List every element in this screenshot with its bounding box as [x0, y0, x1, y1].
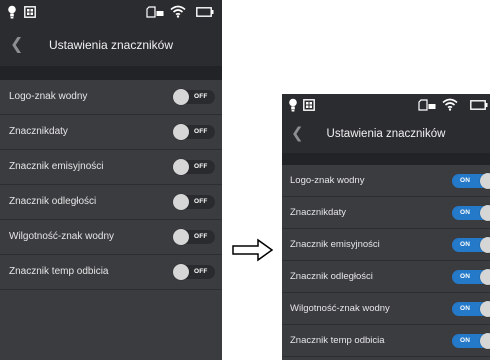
toggle-state-label: ON: [460, 273, 471, 280]
arrow-right-icon: [232, 238, 274, 262]
toggle-state-label: ON: [460, 177, 471, 184]
toggle-state-label: ON: [460, 305, 471, 312]
toggle-knob: [480, 269, 490, 285]
toggle-knob: [173, 159, 189, 175]
sim-icon: [303, 99, 315, 111]
emissivity-marker-toggle[interactable]: ON: [452, 237, 490, 253]
section-divider: [0, 66, 222, 80]
toggle-state-label: OFF: [194, 93, 208, 100]
bulb-icon: [289, 98, 297, 112]
toggle-knob: [480, 333, 490, 349]
row-label: Znacznik odległości: [9, 196, 97, 207]
settings-row-reflected-temp-marker: Znacznik temp odbicia ON: [282, 325, 490, 357]
settings-row-emissivity-marker: Znacznik emisyjności ON: [282, 229, 490, 261]
wifi-icon: [170, 5, 186, 18]
toggle-knob: [173, 264, 189, 280]
logo-watermark-toggle[interactable]: ON: [452, 173, 490, 189]
toggle-knob: [173, 229, 189, 245]
toggle-knob: [173, 124, 189, 140]
toggle-knob: [480, 301, 490, 317]
emissivity-marker-toggle[interactable]: OFF: [173, 159, 215, 175]
row-label: Znacznik emisyjności: [290, 239, 380, 250]
page-title: Ustawienia znaczników: [326, 128, 446, 140]
settings-row-emissivity-marker: Znacznik emisyjności OFF: [0, 150, 222, 185]
battery-icon: [196, 7, 214, 17]
sd-card-icon: [146, 6, 164, 18]
row-label: Znacznik temp odbicia: [290, 335, 385, 346]
battery-icon: [470, 100, 488, 110]
toggle-knob: [480, 237, 490, 253]
page-title: Ustawienia znaczników: [48, 38, 174, 52]
settings-row-reflected-temp-marker: Znacznik temp odbicia OFF: [0, 255, 222, 290]
bulb-icon: [8, 5, 16, 19]
toggle-state-label: OFF: [194, 128, 208, 135]
reflected-temp-marker-toggle[interactable]: ON: [452, 333, 490, 349]
toggle-state-label: ON: [460, 241, 471, 248]
sim-icon: [24, 6, 36, 18]
status-bar: [0, 0, 222, 24]
row-label: Znacznik emisyjności: [9, 161, 104, 172]
row-label: Wilgotność-znak wodny: [9, 231, 115, 242]
toggle-state-label: OFF: [194, 163, 208, 170]
toggle-knob: [480, 205, 490, 221]
settings-screen-after: ❮ Ustawienia znaczników Logo-znak wodny …: [282, 94, 490, 360]
toggle-knob: [173, 89, 189, 105]
logo-watermark-toggle[interactable]: OFF: [173, 89, 215, 105]
wifi-icon: [442, 98, 458, 111]
date-marker-toggle[interactable]: ON: [452, 205, 490, 221]
settings-row-distance-marker: Znacznik odległości OFF: [0, 185, 222, 220]
row-label: Znacznik temp odbicia: [9, 266, 109, 277]
toggle-state-label: OFF: [194, 233, 208, 240]
toggle-state-label: OFF: [194, 268, 208, 275]
title-bar: ❮ Ustawienia znaczników: [282, 115, 490, 153]
toggle-state-label: ON: [460, 209, 471, 216]
settings-row-date-marker: Znacznikdaty ON: [282, 197, 490, 229]
distance-marker-toggle[interactable]: OFF: [173, 194, 215, 210]
row-label: Wilgotność-znak wodny: [290, 303, 390, 314]
settings-row-date-marker: Znacznikdaty OFF: [0, 115, 222, 150]
row-label: Logo-znak wodny: [290, 175, 365, 186]
toggle-state-label: OFF: [194, 198, 208, 205]
settings-row-distance-marker: Znacznik odległości ON: [282, 261, 490, 293]
distance-marker-toggle[interactable]: ON: [452, 269, 490, 285]
settings-row-humidity-watermark: Wilgotność-znak wodny ON: [282, 293, 490, 325]
title-bar: ❮ Ustawienia znaczników: [0, 24, 222, 66]
toggle-knob: [480, 173, 490, 189]
settings-screen-before: ❮ Ustawienia znaczników Logo-znak wodny …: [0, 0, 222, 360]
humidity-watermark-toggle[interactable]: OFF: [173, 229, 215, 245]
reflected-temp-marker-toggle[interactable]: OFF: [173, 264, 215, 280]
sd-card-icon: [418, 99, 436, 111]
row-label: Znacznikdaty: [9, 126, 68, 137]
toggle-state-label: ON: [460, 337, 471, 344]
settings-row-logo-watermark: Logo-znak wodny OFF: [0, 80, 222, 115]
settings-row-humidity-watermark: Wilgotność-znak wodny OFF: [0, 220, 222, 255]
row-label: Logo-znak wodny: [9, 91, 88, 102]
status-bar: [282, 94, 490, 115]
date-marker-toggle[interactable]: OFF: [173, 124, 215, 140]
watermark-settings-list: Logo-znak wodny ON Znacznikdaty ON Znacz…: [282, 165, 490, 357]
section-divider: [282, 153, 490, 165]
row-label: Znacznikdaty: [290, 207, 346, 218]
watermark-settings-list: Logo-znak wodny OFF Znacznikdaty OFF Zna…: [0, 80, 222, 290]
humidity-watermark-toggle[interactable]: ON: [452, 301, 490, 317]
row-label: Znacznik odległości: [290, 271, 373, 282]
settings-row-logo-watermark: Logo-znak wodny ON: [282, 165, 490, 197]
toggle-knob: [173, 194, 189, 210]
